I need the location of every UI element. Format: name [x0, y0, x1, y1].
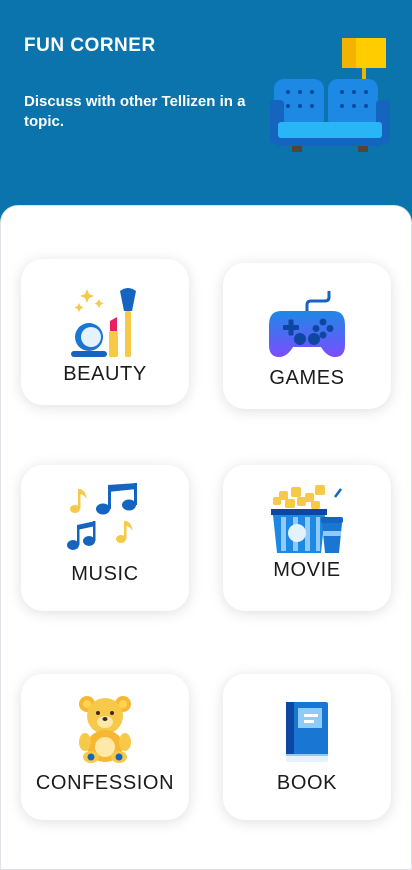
header: FUN CORNER Discuss with other Tellizen i… [0, 0, 412, 215]
topic-card-games[interactable]: GAMES [223, 263, 391, 409]
topic-label: GAMES [269, 367, 345, 389]
makeup-icon [71, 288, 136, 357]
topic-card-book[interactable]: BOOK [223, 674, 391, 820]
topic-card-confession[interactable]: CONFESSION [21, 674, 189, 820]
topic-label: BOOK [276, 772, 338, 794]
page-title: FUN CORNER [24, 35, 156, 56]
teddy-bear-icon [79, 696, 131, 763]
book-icon [286, 702, 328, 762]
music-notes-icon [67, 483, 137, 550]
topic-label: BEAUTY [63, 363, 147, 385]
topic-label: CONFESSION [35, 772, 175, 794]
page-subtitle: Discuss with other Tellizen in a topic. [24, 93, 246, 130]
topic-card-music[interactable]: MUSIC [21, 465, 189, 611]
popcorn-icon [271, 485, 343, 553]
topic-card-movie[interactable]: MOVIE [223, 465, 391, 611]
gamepad-icon [269, 291, 345, 357]
topic-label: MOVIE [273, 559, 341, 581]
topic-card-beauty[interactable]: BEAUTY [21, 259, 189, 405]
sofa-lamp-icon [270, 38, 390, 152]
topic-label: MUSIC [71, 563, 139, 585]
